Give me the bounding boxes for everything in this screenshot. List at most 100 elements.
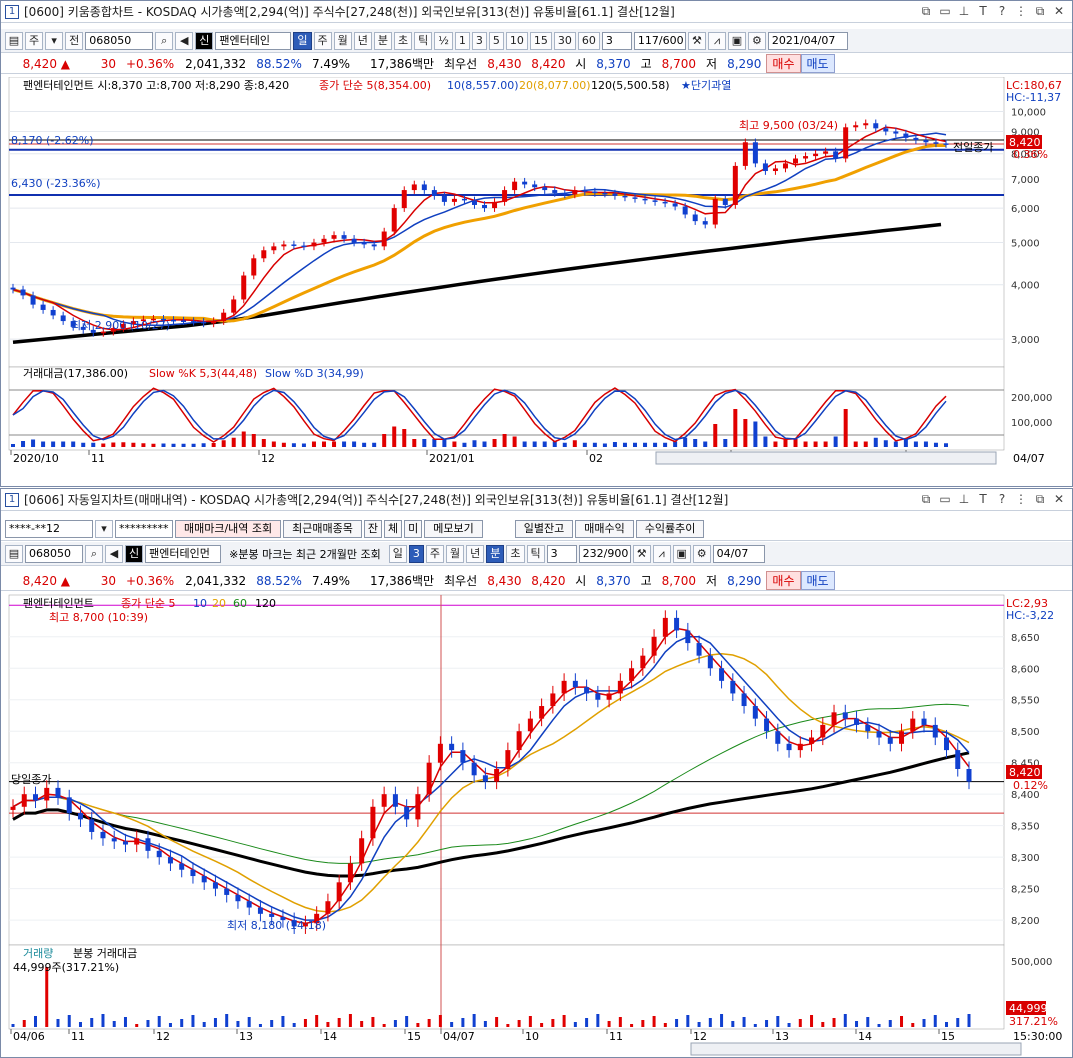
mode2-select[interactable]: 전 — [65, 31, 84, 50]
period-tick[interactable]: 틱 — [414, 31, 433, 50]
help-icon[interactable]: ? — [995, 492, 1009, 506]
count-input-2[interactable]: 232/900 — [578, 544, 631, 563]
restore-icon[interactable]: ⧉ — [1033, 4, 1047, 18]
chart-tools-icon[interactable]: ⚒ — [632, 544, 651, 563]
min-30[interactable]: 30 — [553, 31, 576, 50]
link-icon[interactable]: ⧉ — [919, 492, 933, 506]
candle — [404, 806, 410, 820]
period-week-2[interactable]: 주 — [425, 544, 445, 563]
min-3[interactable]: 3 — [471, 31, 487, 50]
count-select[interactable]: 3 — [601, 31, 632, 50]
candle — [842, 712, 848, 719]
buy-button[interactable]: 매수 — [766, 571, 801, 590]
date-input-2[interactable]: 04/07 — [712, 544, 765, 563]
account-select[interactable]: ****-**12 — [5, 519, 93, 538]
filled-button[interactable]: 체 — [384, 519, 403, 538]
doc-icon[interactable]: ▤ — [5, 544, 23, 563]
minimize-icon[interactable]: ▭ — [938, 492, 952, 506]
trade-mark-button[interactable]: 매매마크/내역 조회 — [175, 519, 282, 538]
y-tick-label: 4,000 — [1011, 281, 1040, 292]
stock-code-input[interactable]: 068050 — [85, 31, 154, 50]
period-year[interactable]: 년 — [353, 31, 372, 50]
chevron-down-icon[interactable]: ▾ — [95, 519, 113, 538]
pin-icon[interactable]: ⊥ — [957, 4, 971, 18]
candle — [651, 636, 657, 656]
font-icon[interactable]: T — [976, 492, 990, 506]
buy-button[interactable]: 매수 — [766, 54, 801, 73]
min-15[interactable]: 15 — [529, 31, 552, 50]
scroll-bar-2[interactable] — [690, 1042, 1022, 1056]
period-day[interactable]: 일 — [293, 31, 312, 50]
period-second-2[interactable]: 초 — [506, 544, 525, 563]
period-month[interactable]: 월 — [333, 31, 352, 50]
ind-ytick-100k: 100,000 — [1011, 418, 1052, 429]
candle — [191, 321, 197, 323]
save-icon[interactable]: ▣ — [672, 544, 691, 563]
balance-button[interactable]: 잔 — [363, 519, 383, 538]
split-icon[interactable]: ⋮ — [1014, 4, 1028, 18]
scroll-bar[interactable] — [655, 451, 997, 465]
return-trend-button[interactable]: 수익률추이 — [635, 519, 705, 538]
period-minute-2[interactable]: 분 — [486, 544, 505, 563]
min-half[interactable]: ½ — [434, 31, 453, 50]
split-icon[interactable]: ⋮ — [1014, 492, 1028, 506]
min-select[interactable]: 3 — [546, 544, 577, 563]
period-year-2[interactable]: 년 — [466, 544, 485, 563]
doc-icon[interactable]: ▤ — [5, 31, 23, 50]
pin-icon[interactable]: ⊥ — [957, 492, 971, 506]
help-icon[interactable]: ? — [995, 4, 1009, 18]
recent-trades-button[interactable]: 최근매매종목 — [283, 519, 362, 538]
link-icon[interactable]: ⧉ — [919, 4, 933, 18]
speaker-icon[interactable]: ◀ — [105, 544, 123, 563]
candle — [40, 304, 46, 310]
period-month-2[interactable]: 월 — [446, 544, 465, 563]
period-tick-2[interactable]: 틱 — [526, 544, 545, 563]
indicator-icon[interactable]: ⩘ — [652, 544, 671, 563]
stock-code-input-2[interactable]: 068050 — [25, 544, 83, 563]
candle — [461, 198, 467, 201]
settings-icon[interactable]: ⚙ — [692, 544, 711, 563]
indicator-icon[interactable]: ⩘ — [707, 31, 726, 50]
trade-profit-button[interactable]: 매매수익 — [575, 519, 634, 538]
chart-tools-icon[interactable]: ⚒ — [687, 31, 706, 50]
speaker-icon[interactable]: ◀ — [175, 31, 194, 50]
search-icon[interactable]: ⌕ — [155, 31, 174, 50]
volume-bar — [168, 1023, 172, 1027]
search-icon[interactable]: ⌕ — [85, 544, 103, 563]
memo-button[interactable]: 메모보기 — [424, 519, 483, 538]
date-input[interactable]: 2021/04/07 — [767, 31, 848, 50]
candle — [910, 718, 916, 732]
day-count[interactable]: 3 — [408, 544, 424, 563]
password-input[interactable]: ********* — [115, 519, 173, 538]
close-icon[interactable]: ✕ — [1052, 4, 1066, 18]
period-second[interactable]: 초 — [394, 31, 413, 50]
candle — [793, 158, 799, 164]
period-day-2[interactable]: 일 — [388, 544, 407, 563]
period-week[interactable]: 주 — [313, 31, 332, 50]
sell-button[interactable]: 매도 — [800, 571, 835, 590]
x-tick-label: 15 — [407, 1030, 421, 1043]
high: 8,700 — [661, 573, 697, 588]
candle — [584, 687, 590, 694]
save-icon[interactable]: ▣ — [727, 31, 746, 50]
sell-button[interactable]: 매도 — [800, 54, 835, 73]
daily-balance-button[interactable]: 일별잔고 — [514, 519, 574, 538]
volume-bar — [675, 1019, 679, 1027]
min-1[interactable]: 1 — [454, 31, 470, 50]
y-tick-label: 6,000 — [1011, 204, 1040, 215]
font-icon[interactable]: T — [976, 4, 990, 18]
min-5[interactable]: 5 — [488, 31, 504, 50]
period-minute[interactable]: 분 — [373, 31, 392, 50]
unfilled-button[interactable]: 미 — [404, 519, 423, 538]
settings-icon[interactable]: ⚙ — [747, 31, 766, 50]
min-10[interactable]: 10 — [505, 31, 528, 50]
close-icon[interactable]: ✕ — [1052, 492, 1066, 506]
candle — [617, 680, 623, 694]
chevron-down-icon[interactable]: ▾ — [45, 31, 64, 50]
amount-bar — [502, 434, 507, 447]
restore-icon[interactable]: ⧉ — [1033, 492, 1047, 506]
min-60[interactable]: 60 — [577, 31, 600, 50]
minimize-icon[interactable]: ▭ — [938, 4, 952, 18]
mode-select[interactable]: 주 — [25, 31, 44, 50]
count-input[interactable]: 117/600 — [633, 31, 686, 50]
